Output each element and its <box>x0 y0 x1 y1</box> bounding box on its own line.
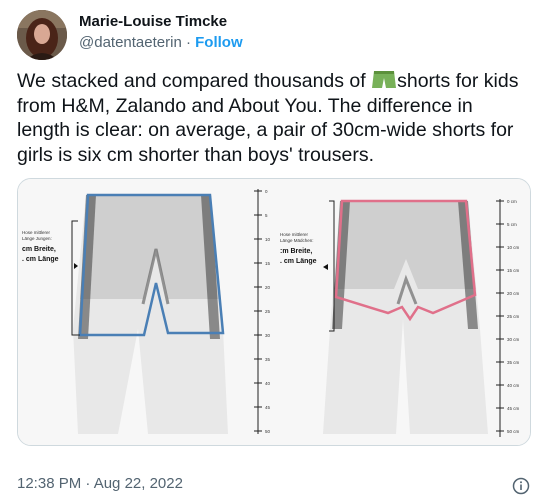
tweet-text-part-1: We stacked and compared thousands of <box>17 70 372 92</box>
svg-text:30 cm: 30 cm <box>507 337 520 342</box>
svg-text::m Breite,: :m Breite, <box>280 248 312 255</box>
svg-text:50: 50 <box>265 429 271 434</box>
svg-text:Hose mittlerer: Hose mittlerer <box>280 232 309 237</box>
tweet-card: Marie-Louise Timcke @datentaeterin · Fol… <box>0 0 543 504</box>
svg-text:35: 35 <box>265 357 271 362</box>
svg-text:10: 10 <box>265 237 271 242</box>
svg-text:cm Breite,: cm Breite, <box>22 246 56 253</box>
avatar-image <box>17 10 67 60</box>
tweet-media-image[interactable]: Hose mittlerer Länge Jungen: cm Breite, … <box>17 178 531 446</box>
svg-text:45 cm: 45 cm <box>507 406 520 411</box>
tweet-text: We stacked and compared thousands of sho… <box>17 69 529 167</box>
shorts-comparison-graphic: Hose mittlerer Länge Jungen: cm Breite, … <box>18 179 530 445</box>
svg-text:Hose mittlerer: Hose mittlerer <box>22 230 51 235</box>
shorts-emoji-icon <box>372 71 397 88</box>
svg-text:Länge Mädchen:: Länge Mädchen: <box>280 238 314 243</box>
svg-text:10 cm: 10 cm <box>507 245 520 250</box>
tweet-timestamp[interactable]: 12:38 PM · Aug 22, 2022 <box>17 475 183 492</box>
svg-text:. cm Länge: . cm Länge <box>22 256 59 263</box>
author-name[interactable]: Marie-Louise Timcke <box>79 13 227 30</box>
svg-text:15 cm: 15 cm <box>507 268 520 273</box>
svg-text:. cm Länge: . cm Länge <box>280 258 317 265</box>
svg-text:25 cm: 25 cm <box>507 314 520 319</box>
svg-text:40: 40 <box>265 381 271 386</box>
svg-text:30: 30 <box>265 333 271 338</box>
svg-text:0 cm: 0 cm <box>507 199 517 204</box>
separator-dot: · <box>185 34 191 51</box>
svg-text:Länge Jungen:: Länge Jungen: <box>22 236 52 241</box>
svg-text:40 cm: 40 cm <box>507 383 520 388</box>
svg-text:15: 15 <box>265 261 271 266</box>
follow-button[interactable]: Follow <box>195 34 243 51</box>
svg-text:50 cm: 50 cm <box>507 429 520 434</box>
svg-text:35 cm: 35 cm <box>507 360 520 365</box>
author-handle[interactable]: @datentaeterin <box>79 34 182 51</box>
svg-text:20: 20 <box>265 285 271 290</box>
svg-text:45: 45 <box>265 405 271 410</box>
author-avatar[interactable] <box>17 10 67 60</box>
svg-text:25: 25 <box>265 309 271 314</box>
info-icon[interactable] <box>512 477 530 495</box>
svg-text:20 cm: 20 cm <box>507 291 520 296</box>
svg-text:5 cm: 5 cm <box>507 222 517 227</box>
handle-row: @datentaeterin · Follow <box>79 34 243 51</box>
